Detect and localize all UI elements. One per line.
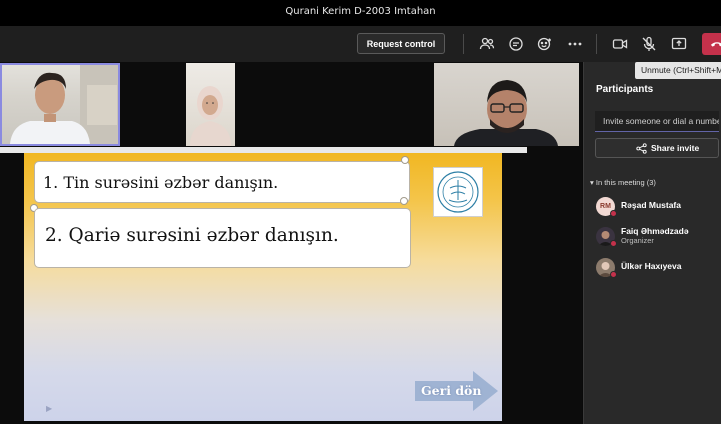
video-tile-1[interactable] [0,63,120,146]
participant-item[interactable]: Ülkər Haxıyeva [596,257,720,279]
camera-icon[interactable] [610,34,630,54]
participant-name: Ülkər Haxıyeva [621,261,682,271]
reactions-icon[interactable] [535,34,555,54]
in-meeting-label: In this meeting (3) [595,178,656,187]
status-badge [610,240,617,247]
back-button[interactable]: Geri dön [415,371,499,411]
unmute-tooltip: Unmute (Ctrl+Shift+M) [635,62,721,79]
share-invite-label: Share invite [651,143,700,153]
participant-video [10,65,118,144]
emblem-icon [437,171,479,213]
share-icon [636,143,647,154]
share-invite-button[interactable]: Share invite [595,138,719,158]
meeting-title: Qurani Kerim D-2003 Imtahan [285,6,436,17]
participant-name: Rəşad Mustafa [621,200,681,210]
status-badge [610,210,617,217]
meeting-toolbar: Request control [0,26,721,62]
share-tray-icon[interactable] [669,34,689,54]
participant-video [454,80,558,146]
shared-slide: 1. Tin surəsini əzbər danışın. 2. Qariə … [24,153,502,421]
status-badge [610,271,617,278]
scroll-curl [401,156,409,164]
request-control-button[interactable]: Request control [357,33,445,54]
participant-item[interactable]: Faiq Əhmədzadə Organizer [596,226,720,248]
scroll-curl [400,197,408,205]
toolbar-divider [463,34,464,54]
hang-up-button[interactable] [702,33,721,55]
participants-panel: Participants Invite someone or dial a nu… [583,62,721,424]
people-icon[interactable] [477,34,497,54]
back-button-label: Geri dön [421,383,482,398]
video-tile-2[interactable] [186,63,235,146]
mic-off-icon[interactable] [639,34,659,54]
hang-up-icon [710,42,721,47]
in-meeting-section[interactable]: ▾ In this meeting (3) [590,178,656,187]
video-tile-3[interactable] [434,63,579,146]
question-box-2: 2. Qariə surəsini əzbər danışın. [34,208,411,268]
more-icon[interactable] [565,34,585,54]
question-1-text: 1. Tin surəsini əzbər danışın. [43,173,279,192]
slide-play-icon[interactable]: ▶ [46,404,52,413]
panel-title: Participants [596,84,654,95]
question-box-1: 1. Tin surəsini əzbər danışın. [34,161,410,203]
participant-name: Faiq Əhmədzadə [621,226,689,236]
invite-input[interactable]: Invite someone or dial a number [595,111,719,132]
participant-video [190,86,231,146]
toolbar-divider [596,34,597,54]
chevron-down-icon: ▾ [590,178,594,187]
chat-icon[interactable] [506,34,526,54]
university-logo [433,167,483,217]
participant-item[interactable]: RM Rəşad Mustafa [596,196,720,218]
participant-role: Organizer [621,236,654,245]
question-2-text: 2. Qariə surəsini əzbər danışın. [45,225,339,246]
title-bar: Qurani Kerim D-2003 Imtahan [0,0,721,26]
